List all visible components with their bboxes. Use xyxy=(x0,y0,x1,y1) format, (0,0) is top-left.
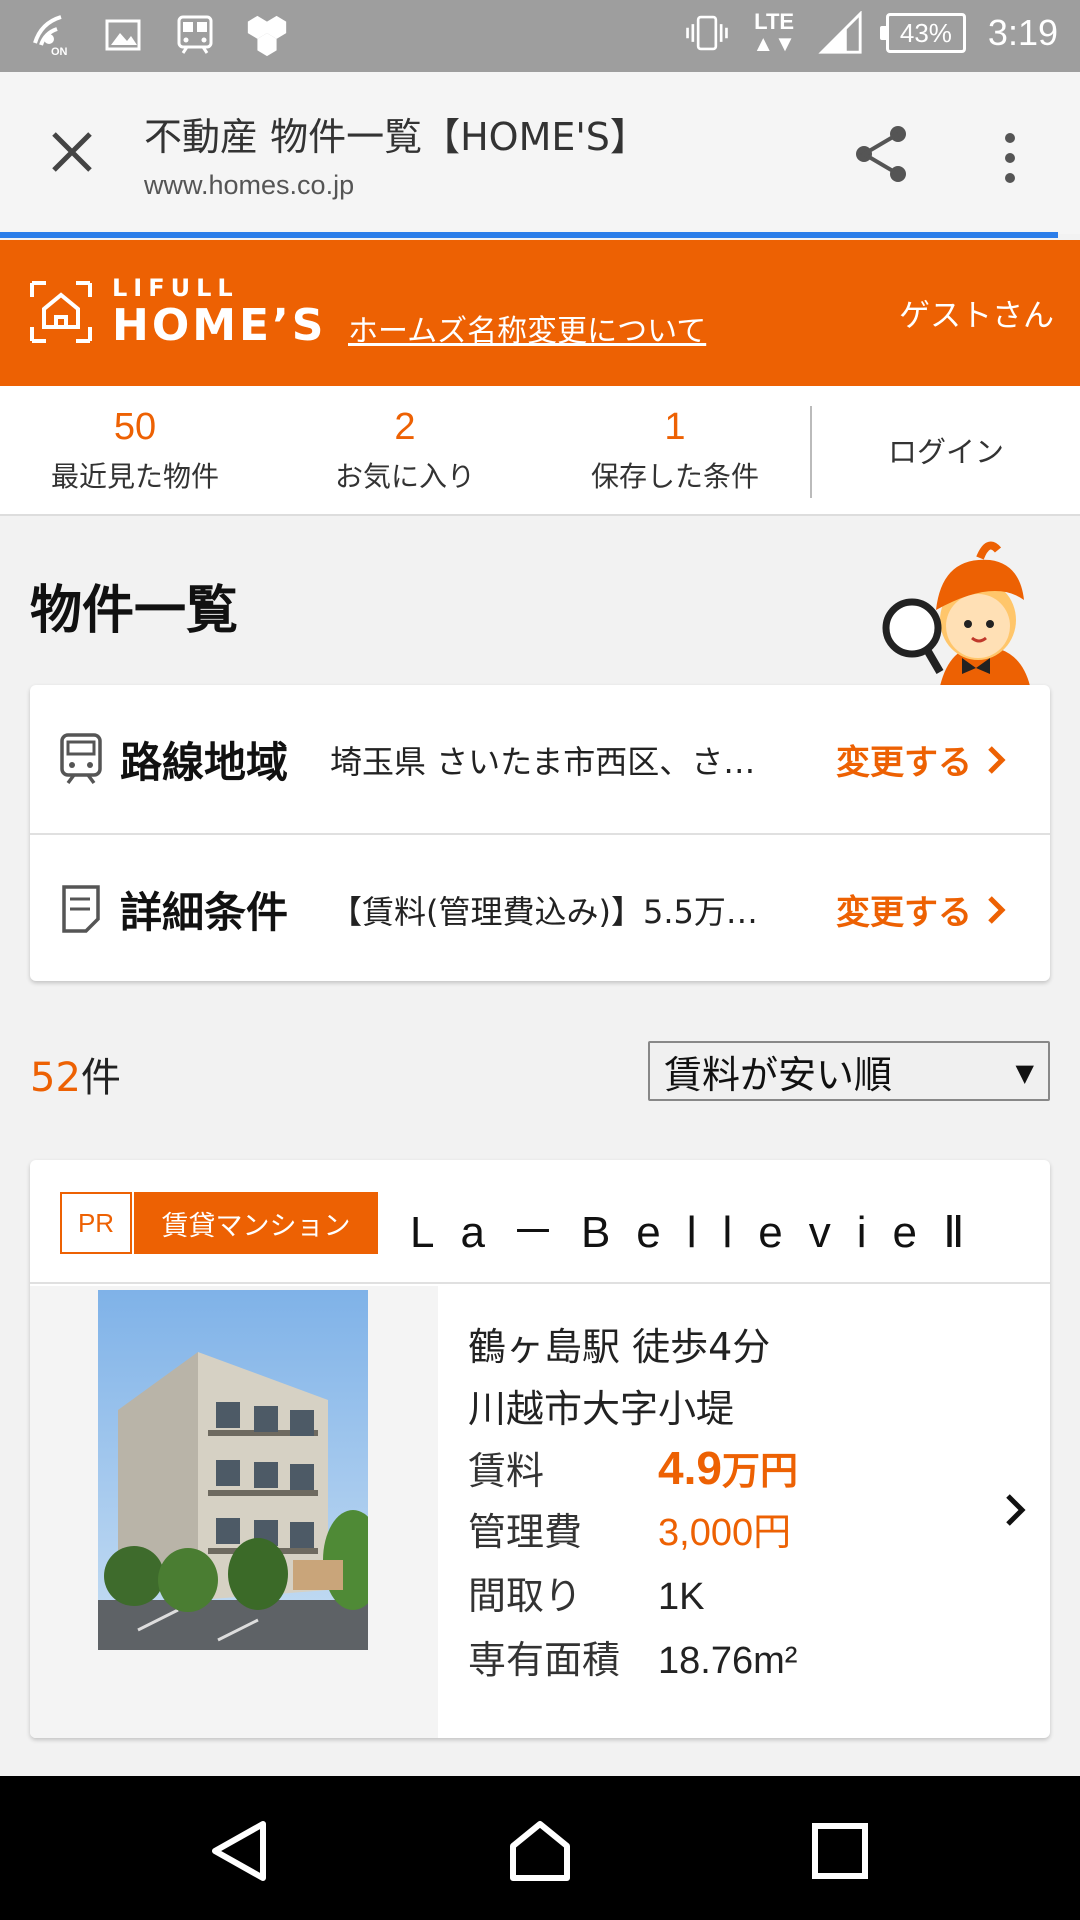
chevron-right-icon xyxy=(988,745,1006,774)
area-label: 専有面積 xyxy=(468,1638,621,1682)
area-value: 18.76m² xyxy=(658,1640,798,1682)
saved-conditions-button[interactable]: 1 保存した条件 xyxy=(545,406,805,495)
document-icon xyxy=(62,885,100,933)
vibrate-icon xyxy=(684,10,730,56)
network-type: LTE ▲▼ xyxy=(752,9,796,56)
status-bar: ON LTE ▲▼ 43% 3:19 xyxy=(0,0,1080,72)
chevron-right-icon[interactable] xyxy=(1000,1490,1030,1530)
property-photo xyxy=(98,1290,368,1650)
chevron-right-icon xyxy=(988,895,1006,924)
detective-mascot-icon xyxy=(882,541,1030,686)
condition-label: 路線地域 xyxy=(120,738,289,787)
saved-conditions-label: 保存した条件 xyxy=(590,460,759,493)
property-address: 川越市大字小堤 xyxy=(468,1387,735,1431)
favorites-label: お気に入り xyxy=(334,460,475,493)
rent-row: 賃料 4.9万円 xyxy=(468,1436,798,1500)
dropdown-arrow-icon: ▼ xyxy=(1015,1059,1034,1087)
station-access: 鶴ヶ島駅 徒歩4分 xyxy=(468,1325,771,1369)
management-fee-value: 3,000円 xyxy=(658,1512,792,1554)
logo-line1: LIFULL xyxy=(112,274,239,302)
homes-logo[interactable]: LIFULL HOME’S xyxy=(28,276,326,348)
pr-badge: PR xyxy=(60,1192,132,1254)
rent-value: 4.9万円 xyxy=(658,1442,798,1494)
page-title: 物件一覧 xyxy=(30,581,239,641)
share-icon[interactable] xyxy=(850,122,914,186)
recently-viewed-label: 最近見た物件 xyxy=(50,460,219,493)
rename-notice-link[interactable]: ホームズ名称変更について xyxy=(348,306,706,350)
browser-url: www.homes.co.jp xyxy=(144,170,355,200)
recently-viewed-button[interactable]: 50 最近見た物件 xyxy=(5,406,265,495)
recently-viewed-count: 50 xyxy=(113,406,157,448)
train-icon xyxy=(60,733,102,785)
wifi-calling-icon: ON xyxy=(28,12,74,58)
change-area-button[interactable]: 変更する xyxy=(836,735,1006,784)
house-logo-icon xyxy=(30,281,92,343)
status-time: 3:19 xyxy=(987,12,1058,53)
login-button[interactable]: ログイン xyxy=(812,386,1080,514)
recent-apps-icon[interactable] xyxy=(805,1816,875,1886)
android-nav-bar xyxy=(0,1776,1080,1920)
condition-value: 【賃料(管理費込み)】5.5万… xyxy=(330,893,758,931)
condition-row-details[interactable]: 詳細条件 【賃料(管理費込み)】5.5万… 変更する xyxy=(30,833,1050,981)
browser-toolbar: 不動産 物件一覧【HOME'S】 www.homes.co.jp xyxy=(0,72,1080,234)
listing-body: 鶴ヶ島駅 徒歩4分 川越市大字小堤 賃料 4.9万円 管理費 3,000円 間取り 1… xyxy=(30,1286,1050,1738)
user-counts-bar: 50 最近見た物件 2 お気に入り 1 保存した条件 ログイン xyxy=(0,386,1080,516)
more-options-icon[interactable] xyxy=(990,128,1030,188)
condition-row-area[interactable]: 路線地域 埼玉県 さいたま市西区、さ… 変更する xyxy=(30,685,1050,833)
listing-info: 鶴ヶ島駅 徒歩4分 川越市大字小堤 xyxy=(468,1316,770,1440)
image-icon xyxy=(100,12,146,58)
condition-label: 詳細条件 xyxy=(120,888,289,937)
layout-row: 間取り 1K xyxy=(468,1564,704,1628)
area-row: 専有面積 18.76m² xyxy=(468,1628,797,1692)
back-icon[interactable] xyxy=(205,1816,275,1886)
result-count: 52件 xyxy=(30,1055,121,1101)
management-fee-label: 管理費 xyxy=(468,1510,583,1554)
page-load-progress xyxy=(0,232,1058,238)
site-header: LIFULL HOME’S ホームズ名称変更について ゲストさん xyxy=(0,240,1080,386)
guest-user-label[interactable]: ゲストさん xyxy=(899,290,1054,335)
favorites-button[interactable]: 2 お気に入り xyxy=(275,406,535,495)
signal-icon xyxy=(818,10,864,56)
svg-text:ON: ON xyxy=(51,46,68,57)
sort-select[interactable]: 賃料が安い順 ▼ xyxy=(648,1041,1050,1101)
property-listing-card[interactable]: PR 賃貸マンション La－BellevieⅡ 鶴ヶ島駅 徒歩4分 川越市大字小… xyxy=(30,1160,1050,1738)
change-details-button[interactable]: 変更する xyxy=(836,885,1006,934)
property-name: La－BellevieⅡ xyxy=(410,1208,991,1257)
close-icon[interactable] xyxy=(42,122,102,182)
condition-value: 埼玉県 さいたま市西区、さ… xyxy=(330,743,756,781)
saved-conditions-count: 1 xyxy=(664,406,686,448)
hexagon-app-icon xyxy=(244,12,290,58)
battery-icon: 43% xyxy=(879,13,966,53)
train-icon xyxy=(172,12,218,58)
property-type-badge: 賃貸マンション xyxy=(134,1192,378,1254)
browser-page-title: 不動産 物件一覧【HOME'S】 xyxy=(144,115,648,159)
listing-header: PR 賃貸マンション La－BellevieⅡ xyxy=(30,1160,1050,1284)
favorites-count: 2 xyxy=(394,406,416,448)
logo-line2: HOME’S xyxy=(112,300,327,351)
rent-label: 賃料 xyxy=(468,1449,545,1493)
layout-label: 間取り xyxy=(468,1574,583,1618)
management-fee-row: 管理費 3,000円 xyxy=(468,1500,791,1564)
search-conditions-card: 路線地域 埼玉県 さいたま市西区、さ… 変更する 詳細条件 【賃料(管理費込み)… xyxy=(30,685,1050,981)
layout-value: 1K xyxy=(658,1576,705,1618)
thumbnail-area xyxy=(30,1286,438,1738)
home-icon[interactable] xyxy=(505,1816,575,1886)
